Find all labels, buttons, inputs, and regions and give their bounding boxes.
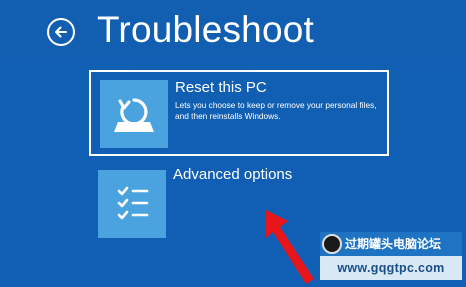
reset-option-description: Lets you choose to keep or remove your p…: [175, 100, 377, 121]
advanced-options-option[interactable]: Advanced options: [89, 164, 389, 240]
reset-option-title: Reset this PC: [175, 79, 267, 96]
advanced-option-title: Advanced options: [173, 166, 293, 183]
site-watermark: 过期罐头电脑论坛 www.gqgtpc.com: [320, 232, 462, 282]
troubleshoot-screen: Troubleshoot Reset this PC Lets you choo…: [0, 0, 466, 287]
red-pointer-arrow-icon: [266, 210, 314, 284]
watermark-header: 过期罐头电脑论坛: [320, 232, 462, 256]
watermark-name: 过期罐头电脑论坛: [345, 237, 442, 251]
watermark-url: www.gqgtpc.com: [320, 256, 462, 280]
page-title: Troubleshoot: [97, 9, 314, 50]
reset-this-pc-option[interactable]: Reset this PC Lets you choose to keep or…: [89, 70, 389, 156]
reset-pc-icon: [100, 80, 168, 148]
watermark-logo-icon: [322, 234, 342, 254]
checklist-icon: [98, 170, 166, 238]
back-arrow-icon: [55, 26, 67, 38]
back-button[interactable]: [47, 18, 75, 46]
